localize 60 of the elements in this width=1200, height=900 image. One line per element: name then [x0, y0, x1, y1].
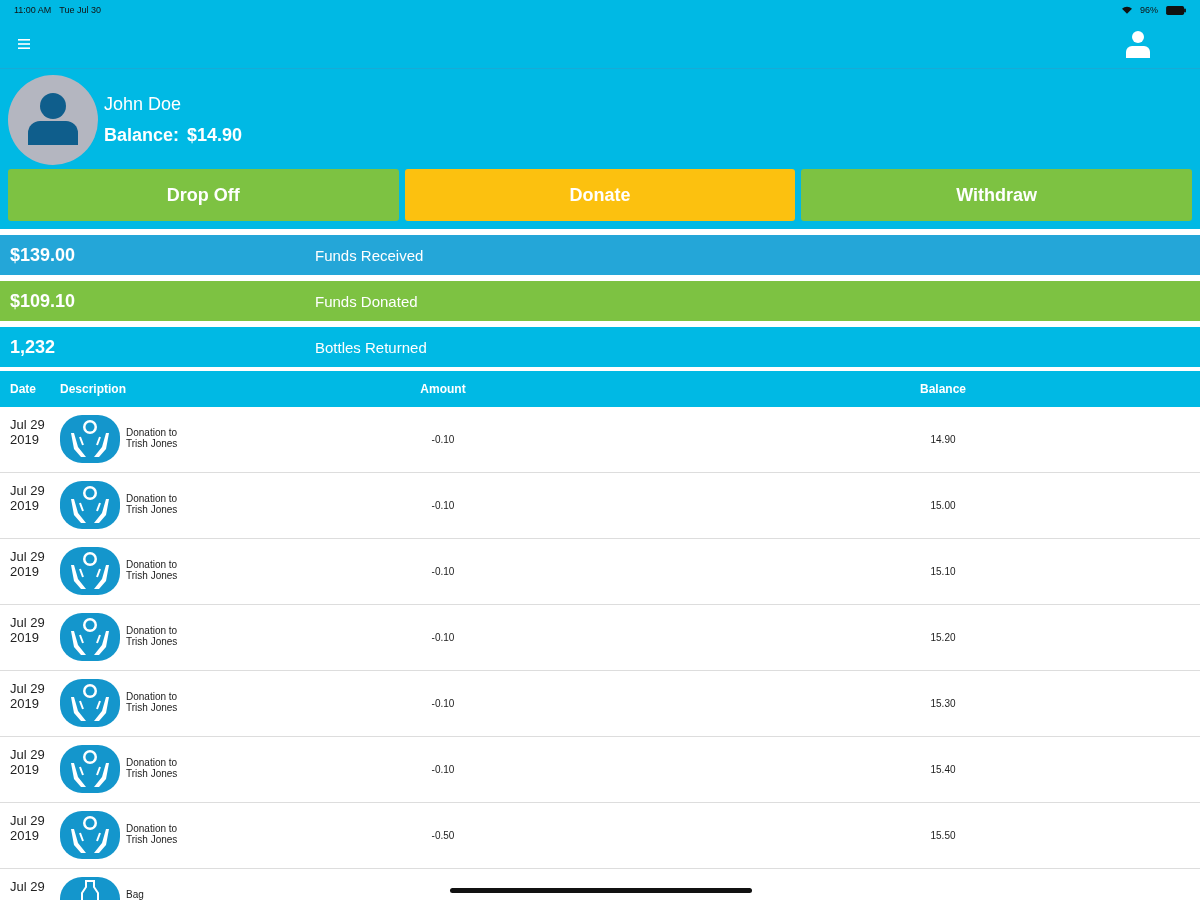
donation-hands-icon	[60, 679, 120, 727]
status-time: 11:00 AM	[14, 5, 52, 15]
date-cell-text: Jul 29	[10, 878, 46, 894]
battery-percent: 96%	[1140, 5, 1158, 15]
description-text: Donation to Trish Jones	[126, 427, 179, 449]
balance-cell-text: 15.50	[929, 830, 957, 841]
balance-cell-text: 15.20	[929, 632, 957, 643]
description-text: Bag	[126, 889, 145, 900]
user-icon[interactable]	[1126, 30, 1150, 58]
date-cell-text: Jul 29 2019	[10, 812, 46, 843]
wifi-icon	[1122, 6, 1132, 14]
donation-hands-icon	[60, 613, 120, 661]
amount-cell-text: -0.10	[430, 632, 456, 643]
battery-icon	[1166, 5, 1186, 15]
action-button[interactable]: Drop Off	[8, 169, 399, 221]
description-text: Donation to Trish Jones	[126, 823, 179, 845]
balance-label: Balance:	[104, 125, 180, 145]
balance-cell-text: 15.10	[929, 566, 957, 577]
stat-value: $109.10	[9, 290, 77, 312]
donation-hands-icon	[60, 811, 120, 859]
user-name: John Doe	[104, 94, 183, 115]
amount-cell-text: -0.10	[430, 764, 456, 775]
date-cell-text: Jul 29 2019	[10, 746, 46, 777]
amount-cell-text: -0.10	[430, 500, 456, 511]
status-date: Tue Jul 30	[59, 5, 102, 15]
description-text: Donation to Trish Jones	[126, 691, 179, 713]
amount-cell-text: -0.10	[430, 698, 456, 709]
description-text: Donation to Trish Jones	[126, 757, 179, 779]
date-cell-text: Jul 29 2019	[10, 614, 46, 645]
amount-cell-text: -0.10	[430, 434, 456, 445]
balance-cell-text: 15.40	[929, 764, 957, 775]
amount-cell-text: -0.10	[430, 566, 456, 577]
description-text: Donation to Trish Jones	[126, 493, 179, 515]
balance-value: $14.90	[187, 125, 243, 145]
description-header: Description	[60, 382, 127, 396]
donation-hands-icon	[60, 547, 120, 595]
menu-icon[interactable]	[18, 39, 30, 49]
date-cell-text: Jul 29 2019	[10, 416, 46, 447]
date-cell-text: Jul 29 2019	[10, 482, 46, 513]
description-text: Donation to Trish Jones	[126, 625, 179, 647]
description-text: Donation to Trish Jones	[126, 559, 179, 581]
balance-cell-text: 15.30	[929, 698, 957, 709]
stat-label: Funds Donated	[315, 292, 418, 310]
stat-value: $139.00	[9, 244, 77, 266]
date-cell-text: Jul 29 2019	[10, 680, 46, 711]
stat-label: Funds Received	[315, 246, 424, 264]
amount-header: Amount	[419, 382, 467, 396]
stat-value: 1,232	[9, 336, 57, 358]
date-header: Date	[10, 382, 37, 396]
donation-hands-icon	[60, 415, 120, 463]
stat-label: Bottles Returned	[315, 338, 427, 356]
action-button[interactable]: Withdraw	[801, 169, 1192, 221]
date-cell-text: Jul 29 2019	[10, 548, 46, 579]
balance-header: Balance	[919, 382, 967, 396]
balance-cell-text: 15.00	[929, 500, 957, 511]
donation-hands-icon	[60, 745, 120, 793]
donation-hands-icon	[60, 481, 120, 529]
balance-cell-text: 14.90	[929, 434, 957, 445]
action-button[interactable]: Donate	[404, 169, 796, 221]
amount-cell-text: -0.50	[430, 830, 456, 841]
